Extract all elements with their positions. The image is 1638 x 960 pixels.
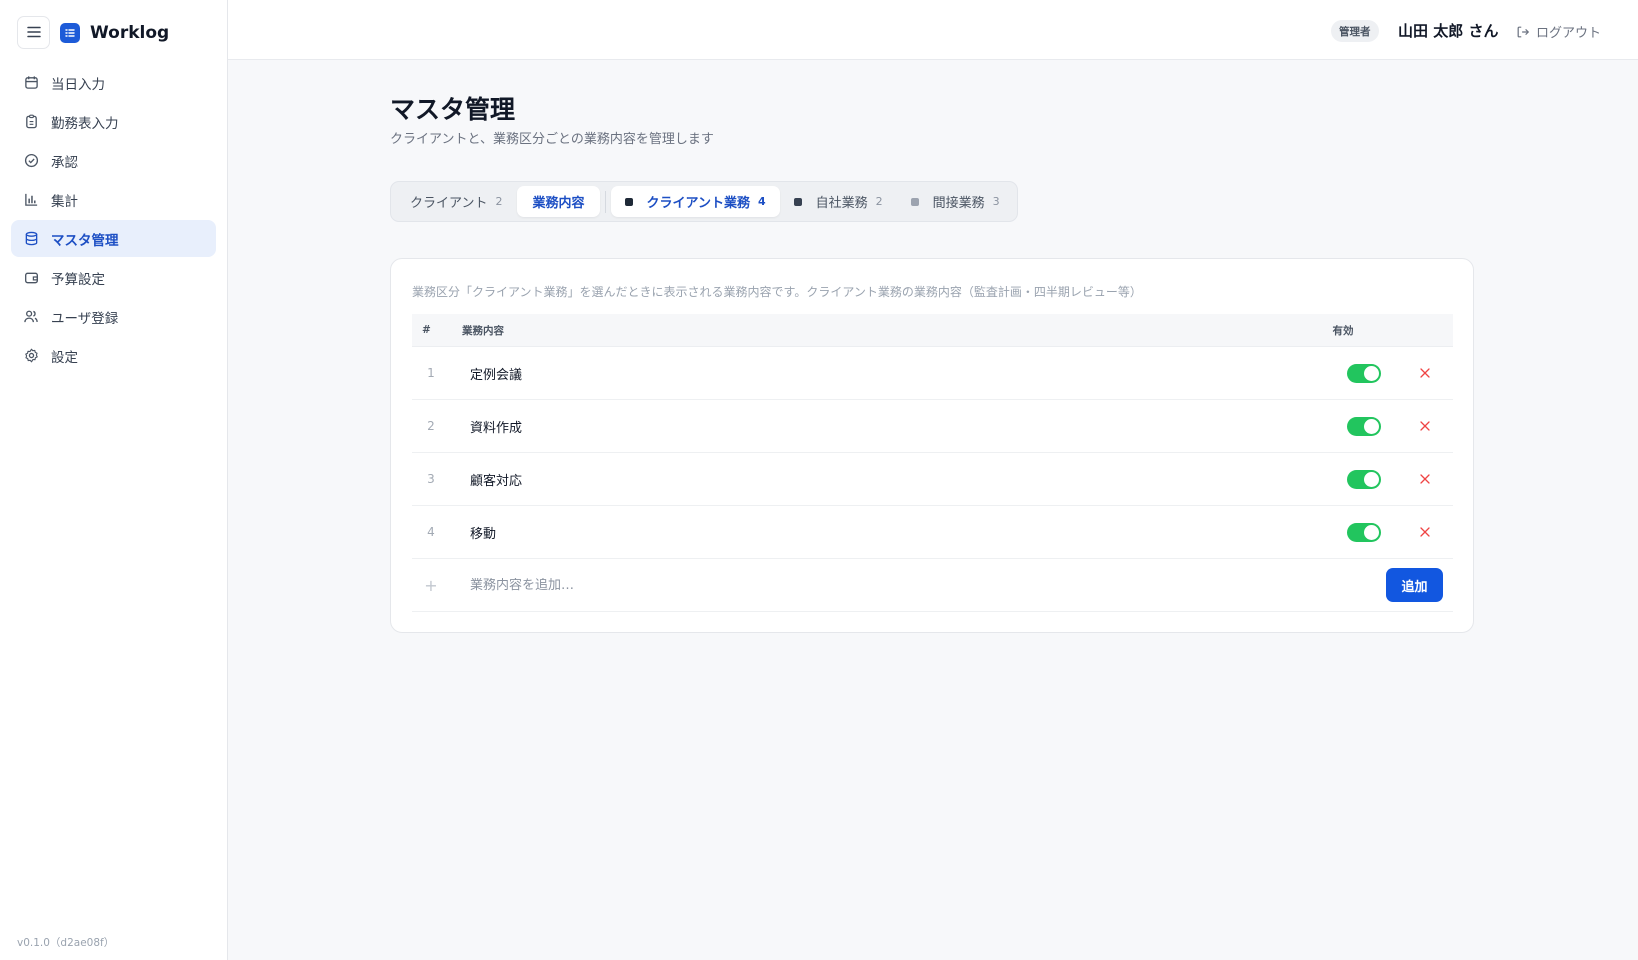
delete-icon[interactable] xyxy=(1417,471,1433,487)
table-row: 4 移動 xyxy=(412,506,1453,559)
row-number: 2 xyxy=(427,419,435,433)
active-toggle[interactable] xyxy=(1347,363,1381,383)
column-header-active: 有効 xyxy=(1332,324,1354,337)
row-name: 顧客対応 xyxy=(470,473,523,489)
bar-chart-icon xyxy=(23,192,39,208)
sidebar-item-master[interactable]: マスタ管理 xyxy=(11,220,216,257)
table-row: 3 顧客対応 xyxy=(412,453,1453,506)
logout-icon xyxy=(1516,25,1530,39)
tab-count: 2 xyxy=(495,195,503,208)
row-name: 移動 xyxy=(470,526,497,542)
page-subtitle: クライアントと、業務区分ごとの業務内容を管理します xyxy=(390,132,714,147)
category-dot xyxy=(910,197,919,206)
table-row: 1 定例会議 xyxy=(412,347,1453,400)
active-toggle[interactable] xyxy=(1347,469,1381,489)
sidebar-item-users[interactable]: ユーザ登録 xyxy=(11,298,216,335)
sidebar-item-daily-entry[interactable]: 当日入力 xyxy=(11,64,216,101)
hamburger-icon xyxy=(26,23,41,42)
clipboard-icon xyxy=(23,114,39,130)
sidebar-item-budget[interactable]: 予算設定 xyxy=(11,259,216,296)
sidebar-item-label: 集計 xyxy=(51,193,78,210)
sidebar-item-label: マスタ管理 xyxy=(51,232,119,249)
delete-icon[interactable] xyxy=(1417,524,1433,540)
row-name: 資料作成 xyxy=(470,420,523,436)
brand: Worklog xyxy=(17,16,169,49)
users-icon xyxy=(23,309,39,325)
plus-icon: + xyxy=(424,575,438,595)
subtab-label: 自社業務 xyxy=(815,196,868,211)
subtab-count: 3 xyxy=(992,195,1000,208)
database-icon xyxy=(23,231,39,247)
sidebar-item-label: 勤務表入力 xyxy=(51,115,119,132)
active-toggle[interactable] xyxy=(1347,522,1381,542)
active-toggle[interactable] xyxy=(1347,416,1381,436)
app-version: v0.1.0（d2ae08f） xyxy=(17,937,115,949)
delete-icon[interactable] xyxy=(1417,418,1433,434)
category-dot xyxy=(624,197,633,206)
logout-label: ログアウト xyxy=(1536,26,1602,41)
sidebar-item-settings[interactable]: 設定 xyxy=(11,337,216,374)
sidebar-item-approval[interactable]: 承認 xyxy=(11,142,216,179)
sidebar-item-summary[interactable]: 集計 xyxy=(11,181,216,218)
add-work-content-input[interactable] xyxy=(470,577,1386,593)
row-number: 1 xyxy=(427,366,435,380)
sidebar-nav: 当日入力 勤務表入力 承認 集計 マスタ管理 予算設定 ユーザ登録 設定 xyxy=(11,64,216,376)
sidebar-item-label: 設定 xyxy=(51,349,78,366)
app-name: Worklog xyxy=(90,22,170,43)
table-row: 2 資料作成 xyxy=(412,400,1453,453)
toggle-knob xyxy=(1364,365,1379,381)
column-header-no: # xyxy=(422,324,431,336)
master-tabs: クライアント 2 業務内容 クライアント業務 4 自社業務 2 間接業務 3 xyxy=(390,181,1018,222)
subtab-indirect-work[interactable]: 間接業務 3 xyxy=(897,186,1014,217)
settings-icon xyxy=(23,348,39,364)
add-button[interactable]: 追加 xyxy=(1386,568,1443,602)
toggle-knob xyxy=(1364,418,1379,434)
column-header-name: 業務内容 xyxy=(462,324,504,337)
work-content-table: # 業務内容 有効 1 定例会議 2 資料作成 3 顧客対応 4 移動 + 業務… xyxy=(412,314,1453,612)
row-number: 4 xyxy=(427,525,435,539)
delete-icon[interactable] xyxy=(1417,365,1433,381)
subtab-label: クライアント業務 xyxy=(646,196,750,211)
sidebar-item-timesheet[interactable]: 勤務表入力 xyxy=(11,103,216,140)
row-name: 定例会議 xyxy=(470,367,523,383)
calendar-icon xyxy=(23,75,39,91)
row-number: 3 xyxy=(427,472,435,486)
category-dot xyxy=(793,197,802,206)
wallet-icon xyxy=(23,270,39,286)
add-row: + 追加 xyxy=(412,559,1453,612)
sidebar: Worklog 当日入力 勤務表入力 承認 集計 マスタ管理 予算設定 ユーザ登… xyxy=(0,0,228,960)
subtab-count: 4 xyxy=(757,195,766,208)
tab-label: クライアント xyxy=(410,196,488,211)
subtab-count: 2 xyxy=(875,195,883,208)
check-circle-icon xyxy=(23,153,39,169)
card-description: 業務区分「クライアント業務」を選んだときに表示される業務内容です。クライアント業… xyxy=(412,285,1142,299)
logout-button[interactable]: ログアウト xyxy=(1516,22,1601,41)
page-title: マスタ管理 xyxy=(390,95,516,124)
subtab-client-work[interactable]: クライアント業務 4 xyxy=(610,186,780,217)
role-badge: 管理者 xyxy=(1331,20,1379,42)
logo-icon xyxy=(60,22,80,43)
user-name: 山田 太郎 さん xyxy=(1398,22,1499,40)
subtab-label: 間接業務 xyxy=(932,196,985,211)
sidebar-item-label: 承認 xyxy=(51,154,78,171)
tab-label: 業務内容 xyxy=(532,196,585,211)
sidebar-item-label: 予算設定 xyxy=(51,271,105,288)
toggle-knob xyxy=(1364,471,1379,487)
subtab-internal-work[interactable]: 自社業務 2 xyxy=(780,186,897,217)
tab-divider xyxy=(604,190,606,213)
sidebar-item-label: ユーザ登録 xyxy=(51,310,119,327)
work-content-card: 業務区分「クライアント業務」を選んだときに表示される業務内容です。クライアント業… xyxy=(390,258,1474,633)
tab-clients[interactable]: クライアント 2 xyxy=(395,186,517,217)
sidebar-item-label: 当日入力 xyxy=(51,76,105,93)
top-bar: 管理者 山田 太郎 さん ログアウト xyxy=(228,0,1638,60)
tab-work-content[interactable]: 業務内容 xyxy=(517,186,600,217)
toggle-knob xyxy=(1364,524,1379,540)
table-header: # 業務内容 有効 xyxy=(412,314,1453,347)
menu-toggle-button[interactable] xyxy=(17,16,50,49)
